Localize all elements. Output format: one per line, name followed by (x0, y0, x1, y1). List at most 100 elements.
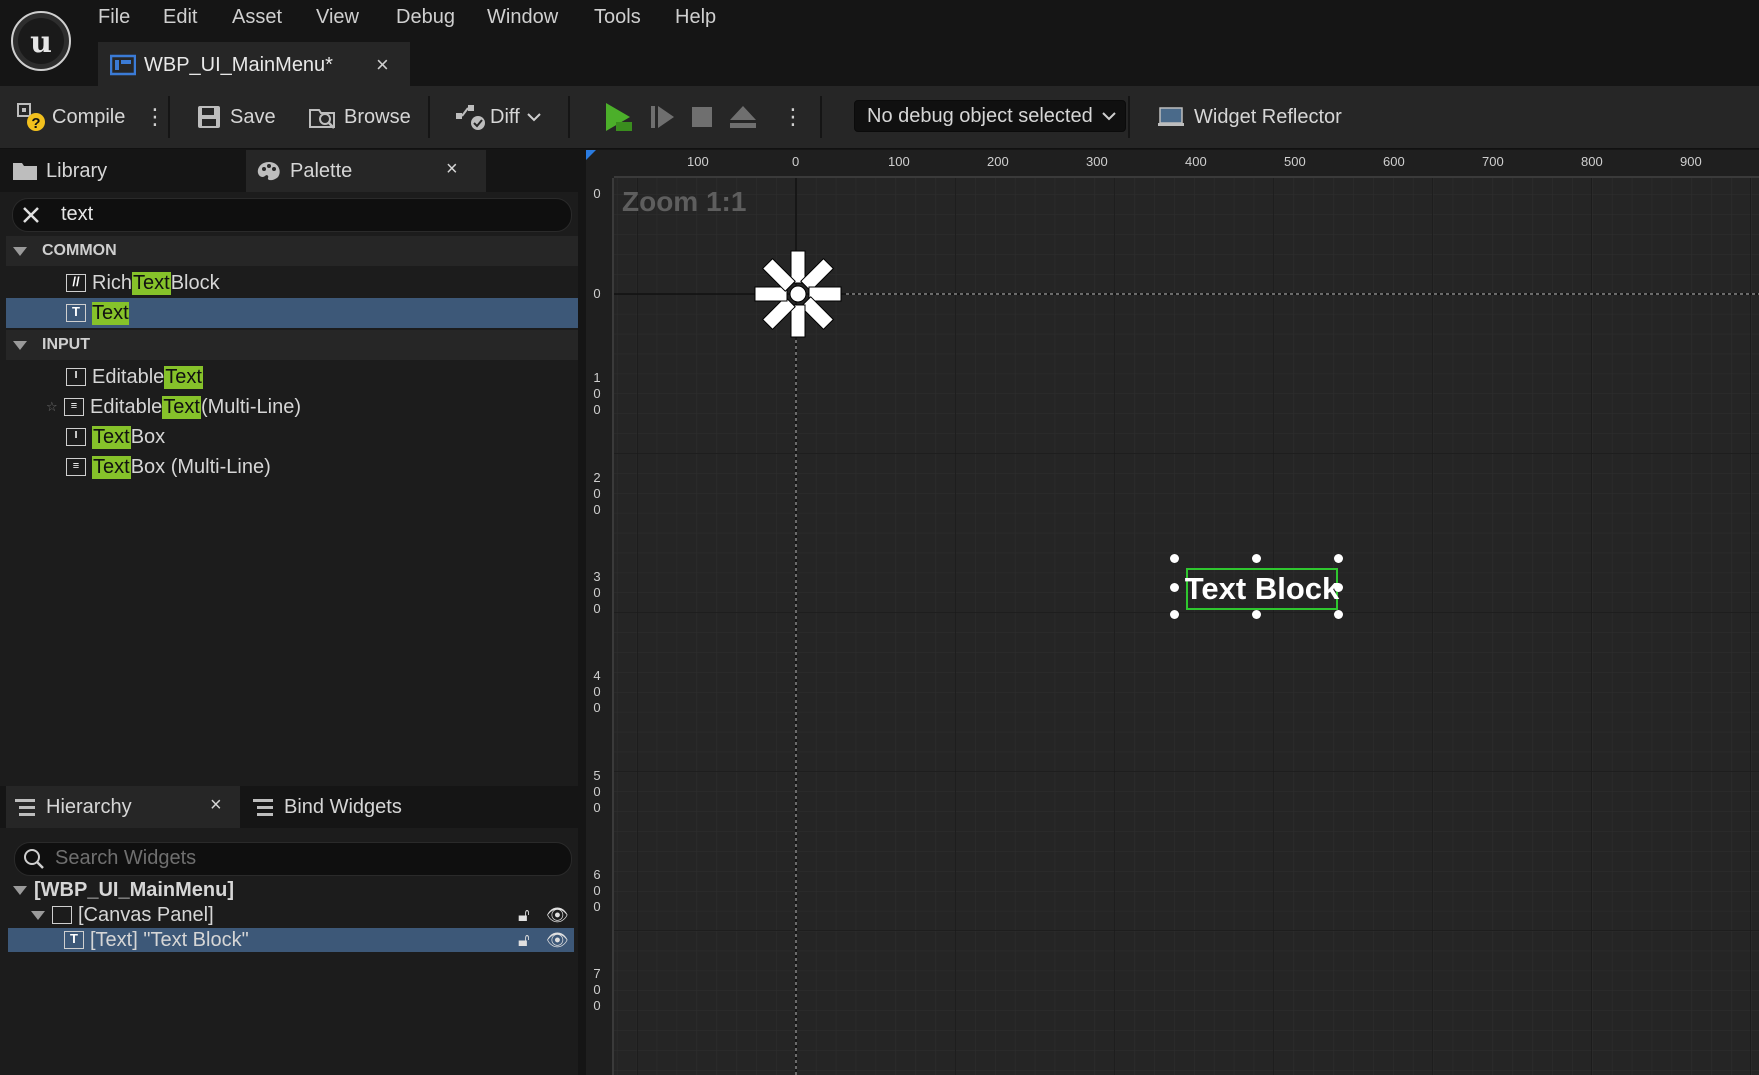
tree-text-block[interactable]: T [Text] "Text Block" 🔓︎ 👁︎ (8, 928, 574, 952)
step-button[interactable] (648, 86, 676, 148)
bind-widgets-icon (253, 799, 273, 816)
text-block-widget[interactable]: Text Block (1185, 568, 1339, 610)
browse-label: Browse (344, 105, 411, 128)
hierarchy-search-input[interactable]: Search Widgets (14, 842, 572, 876)
eject-icon (730, 106, 756, 128)
stop-button[interactable] (690, 86, 714, 148)
browse-button[interactable]: Browse (308, 86, 411, 148)
tab-library[interactable]: Library (0, 150, 240, 192)
clear-search-icon[interactable] (21, 205, 41, 225)
palette-item-text-box-multiline[interactable]: ≡ Text Box (Multi-Line) (6, 452, 578, 482)
browse-icon (309, 109, 335, 129)
toolbar-separator (1128, 96, 1130, 138)
resize-handle[interactable] (1170, 554, 1179, 563)
palette-item-editable-text-multiline[interactable]: ☆ ≡ Editable Text (Multi-Line) (6, 392, 578, 422)
menu-help[interactable]: Help (675, 6, 716, 29)
palette-item-rich-text-block[interactable]: // Rich Text Block (6, 268, 578, 298)
toolbar-separator (168, 96, 170, 138)
menu-debug[interactable]: Debug (396, 6, 455, 29)
tree-canvas-panel[interactable]: [Canvas Panel] 🔓︎ 👁︎ (8, 903, 574, 927)
resize-handle[interactable] (1334, 583, 1343, 592)
palette-item-label: Box (Multi-Line) (130, 455, 271, 478)
svg-text:u: u (30, 25, 52, 60)
menu-view[interactable]: View (316, 6, 359, 29)
palette-item-label: Block (170, 271, 220, 294)
resize-handle[interactable] (1170, 610, 1179, 619)
favorite-star-icon[interactable]: ☆ (46, 399, 60, 415)
ruler-left-label: 0 (593, 286, 601, 301)
palette-item-text[interactable]: T Text (6, 298, 578, 328)
widget-reflector-button[interactable]: Widget Reflector (1156, 86, 1342, 148)
close-tab-button[interactable]: × (376, 52, 389, 78)
play-options-kebab-icon[interactable]: ⋮ (782, 86, 804, 148)
diff-icon (456, 105, 485, 130)
text-box-multiline-icon: ≡ (66, 458, 86, 476)
widget-reflector-icon (1158, 107, 1184, 126)
resize-handle[interactable] (1252, 610, 1261, 619)
eject-button[interactable] (728, 86, 758, 148)
folder-icon (13, 163, 37, 180)
ruler-top-label: 600 (1383, 154, 1405, 169)
collapse-triangle-icon (13, 247, 27, 256)
category-input[interactable]: INPUT (6, 330, 578, 360)
menu-bar: u File Edit Asset View Debug Window Tool… (0, 0, 1759, 88)
step-icon (651, 106, 674, 128)
ruler-top-label: 900 (1680, 154, 1702, 169)
ruler-top-label: 800 (1581, 154, 1603, 169)
palette-item-label: (Multi-Line) (200, 395, 301, 418)
compile-button[interactable]: ? Compile (16, 86, 125, 148)
ruler-top-label: 400 (1185, 154, 1207, 169)
search-highlight: Text (92, 301, 129, 325)
search-highlight: Text (162, 395, 201, 419)
close-palette-button[interactable]: × (446, 158, 458, 181)
tab-bind-widgets[interactable]: Bind Widgets (252, 786, 452, 828)
category-common[interactable]: COMMON (6, 236, 578, 266)
search-highlight: Text (164, 365, 203, 389)
tab-hierarchy-label: Hierarchy (46, 795, 132, 818)
tree-root[interactable]: [WBP_UI_MainMenu] (8, 878, 574, 902)
close-hierarchy-button[interactable]: × (210, 794, 222, 817)
collapse-triangle-icon (13, 341, 27, 350)
tree-text-label: [Text] "Text Block" (90, 928, 249, 951)
ruler-top-label: 300 (1086, 154, 1108, 169)
diff-button[interactable]: Diff (454, 86, 542, 148)
toolbar: ? Compile ⋮ Save Browse Diff ⋮ No debug … (0, 86, 1759, 149)
resize-handle[interactable] (1170, 583, 1179, 592)
resize-handle[interactable] (1334, 554, 1343, 563)
tab-palette[interactable]: Palette × (246, 150, 486, 192)
visibility-eye-icon[interactable]: 👁︎ (546, 930, 569, 951)
tab-hierarchy[interactable]: Hierarchy × (6, 786, 240, 828)
ruler-left-label: 300 (593, 569, 601, 616)
svg-text:?: ? (31, 115, 40, 132)
compile-label: Compile (52, 105, 126, 128)
save-button[interactable]: Save (196, 86, 276, 148)
debug-object-select[interactable]: No debug object selected (854, 100, 1126, 132)
compile-options-kebab-icon[interactable]: ⋮ (144, 86, 166, 148)
play-button[interactable] (602, 86, 636, 148)
editable-text-multiline-icon: ≡ (64, 398, 84, 416)
widget-blueprint-icon (110, 54, 136, 76)
palette-icon (257, 162, 280, 181)
visibility-eye-icon[interactable]: 👁︎ (546, 905, 569, 926)
menu-file[interactable]: File (98, 6, 130, 29)
ruler-left-label: 200 (593, 470, 601, 517)
menu-tools[interactable]: Tools (594, 6, 641, 29)
menu-edit[interactable]: Edit (163, 6, 197, 29)
document-tab[interactable]: WBP_UI_MainMenu* × (98, 42, 410, 88)
menu-asset[interactable]: Asset (232, 6, 282, 29)
resize-handle[interactable] (1334, 610, 1343, 619)
diff-label: Diff (490, 105, 520, 128)
category-input-label: INPUT (42, 336, 90, 353)
save-label: Save (230, 105, 276, 128)
resize-handle[interactable] (1252, 554, 1261, 563)
menu-window[interactable]: Window (487, 6, 558, 29)
toolbar-separator (568, 96, 570, 138)
unreal-engine-logo-icon[interactable]: u (10, 10, 72, 72)
palette-item-editable-text[interactable]: I Editable Text (6, 362, 578, 392)
unlock-icon[interactable]: 🔓︎ (518, 930, 530, 951)
search-highlight: Text (92, 455, 131, 479)
palette-item-text-box[interactable]: I Text Box (6, 422, 578, 452)
anchor-icon[interactable] (750, 246, 846, 342)
unlock-icon[interactable]: 🔓︎ (518, 905, 530, 926)
library-search-input[interactable]: text (12, 198, 572, 232)
